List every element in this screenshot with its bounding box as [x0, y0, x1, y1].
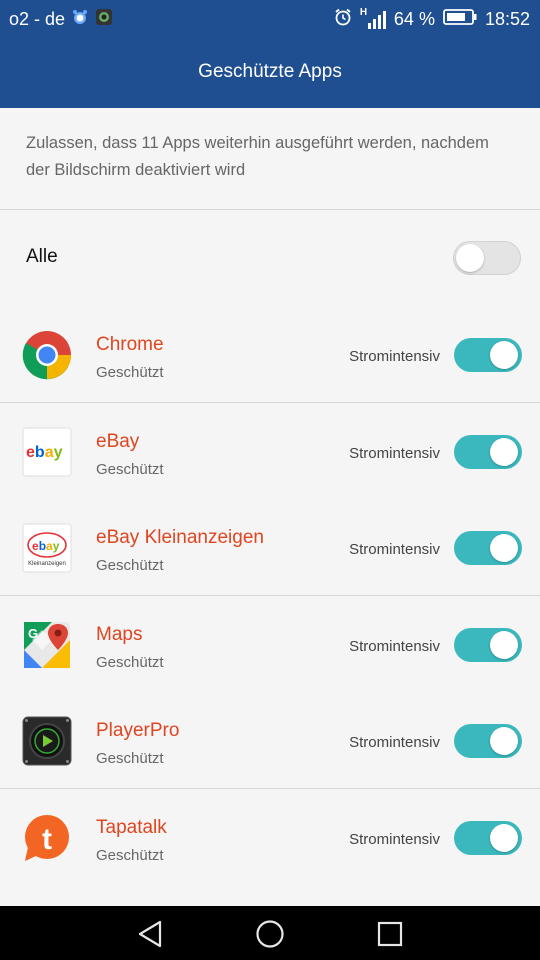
divider: [0, 209, 540, 210]
svg-text:ebay: ebay: [26, 444, 63, 461]
app-status: Geschützt: [96, 750, 164, 767]
power-intensive-label: Stromintensiv: [349, 348, 440, 365]
svg-text:t: t: [42, 823, 52, 856]
recents-button[interactable]: [375, 919, 405, 949]
toggle-knob: [490, 824, 518, 852]
app-status: Geschützt: [96, 557, 164, 574]
signal-icon: H: [360, 7, 386, 30]
app-toggle-switch[interactable]: [454, 628, 522, 662]
power-intensive-label: Stromintensiv: [349, 734, 440, 751]
all-toggle-label: Alle: [26, 246, 58, 267]
app-status: Geschützt: [96, 847, 164, 864]
toggle-knob: [490, 534, 518, 562]
app-name: Maps: [96, 624, 143, 645]
app-row-chrome: Chrome Geschützt Stromintensiv: [0, 306, 540, 402]
power-intensive-label: Stromintensiv: [349, 638, 440, 655]
svg-text:G: G: [28, 626, 38, 641]
playerpro-notification-icon: [95, 8, 113, 31]
alarm-clock-icon: [334, 8, 352, 31]
home-circle-icon: [256, 920, 284, 948]
app-status: Geschützt: [96, 654, 164, 671]
playerpro-icon: [22, 716, 72, 766]
app-name: eBay: [96, 431, 140, 452]
recents-square-icon: [377, 921, 403, 947]
back-button[interactable]: [136, 919, 166, 949]
page-title: Geschützte Apps: [198, 61, 342, 82]
ebay-kleinanzeigen-icon: ebay Kleinanzeigen: [22, 523, 72, 573]
power-intensive-label: Stromintensiv: [349, 445, 440, 462]
toggle-knob: [490, 341, 518, 369]
svg-text:ebay: ebay: [32, 539, 60, 553]
app-name: eBay Kleinanzeigen: [96, 527, 264, 548]
navigation-bar: [0, 906, 540, 960]
power-intensive-label: Stromintensiv: [349, 831, 440, 848]
toggle-knob: [490, 727, 518, 755]
title-bar: Geschützte Apps: [0, 36, 540, 108]
clock-time: 18:52: [484, 9, 530, 29]
app-name: Tapatalk: [96, 817, 167, 838]
toggle-knob: [456, 244, 484, 272]
home-button[interactable]: [255, 919, 285, 949]
toggle-knob: [490, 631, 518, 659]
app-status: Geschützt: [96, 461, 164, 478]
kleinanzeigen-logo-text: Kleinanzeigen: [28, 561, 66, 567]
all-toggle-switch[interactable]: [453, 241, 521, 275]
back-triangle-icon: [138, 920, 162, 948]
battery-percent: 64 %: [393, 9, 435, 29]
app-row-playerpro: PlayerPro Geschützt Stromintensiv: [0, 692, 540, 788]
app-name: Chrome: [96, 334, 164, 355]
app-status: Geschützt: [96, 364, 164, 381]
app-toggle-switch[interactable]: [454, 338, 522, 372]
ebay-icon: ebay: [22, 427, 72, 477]
chrome-icon: [22, 330, 72, 380]
app-row-maps: G Maps Geschützt Stromintensiv: [0, 596, 540, 692]
app-row-ebay-kleinanzeigen: ebay Kleinanzeigen eBay Kleinanzeigen Ge…: [0, 499, 540, 595]
carrier-label: o2 - de: [9, 9, 66, 29]
battery-icon: [443, 8, 477, 31]
power-intensive-label: Stromintensiv: [349, 541, 440, 558]
app-toggle-switch[interactable]: [454, 724, 522, 758]
app-toggle-switch[interactable]: [454, 435, 522, 469]
alarm-app-icon: [71, 8, 89, 31]
maps-icon: G: [22, 620, 72, 670]
app-name: PlayerPro: [96, 720, 180, 741]
app-row-ebay: ebay eBay Geschützt Stromintensiv: [0, 403, 540, 499]
app-toggle-switch[interactable]: [454, 821, 522, 855]
description-text: Zulassen, dass 11 Apps weiterhin ausgefü…: [26, 134, 489, 179]
app-toggle-switch[interactable]: [454, 531, 522, 565]
tapatalk-icon: t: [22, 813, 72, 863]
status-bar: o2 - de H 64 % 18:52: [0, 0, 540, 36]
app-row-tapatalk: t Tapatalk Geschützt Stromintensiv: [0, 789, 540, 885]
toggle-knob: [490, 438, 518, 466]
